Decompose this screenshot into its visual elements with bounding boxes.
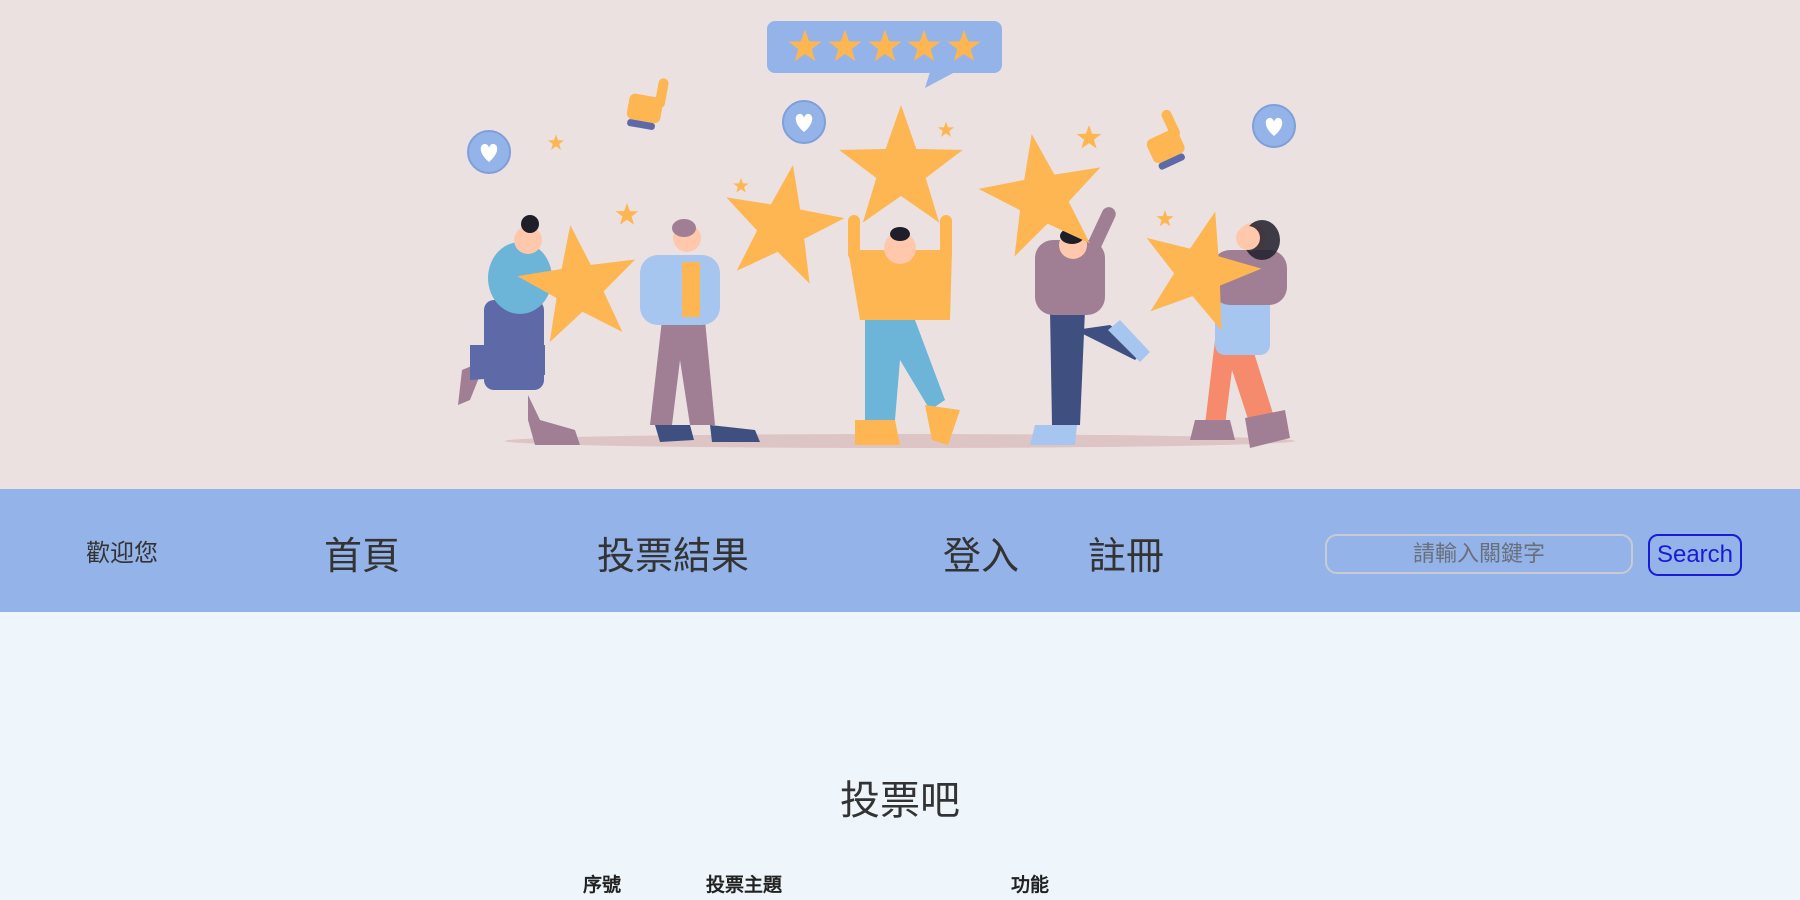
person-figure <box>848 215 960 445</box>
sparkle-star-icon <box>1076 125 1102 149</box>
sparkle-star-icon <box>615 203 639 225</box>
sparkle-star-icon <box>547 134 565 150</box>
person-figure <box>1030 207 1150 445</box>
search-button[interactable]: Search <box>1648 534 1742 576</box>
search-input[interactable] <box>1325 534 1633 574</box>
thumbs-up-icon <box>626 78 669 130</box>
sparkle-star-icon <box>937 121 955 137</box>
rating-bubble <box>767 21 1002 88</box>
welcome-text: 歡迎您 <box>86 539 158 567</box>
heart-icon <box>467 130 511 174</box>
nav-login-link[interactable]: 登入 <box>943 525 1019 580</box>
rating-illustration <box>458 21 1296 448</box>
nav-register-link[interactable]: 註冊 <box>1088 525 1164 580</box>
sparkle-star-icon <box>1156 210 1174 227</box>
heart-icon <box>782 100 826 144</box>
ground-shadow <box>505 434 1295 448</box>
page-title: 投票吧 <box>840 778 960 824</box>
thumbs-up-icon <box>1146 109 1185 170</box>
big-star-icon <box>714 154 853 288</box>
column-header-index: 序號 <box>583 874 622 896</box>
nav-results-link[interactable]: 投票結果 <box>597 525 749 580</box>
nav-home-link[interactable]: 首頁 <box>324 525 400 580</box>
person-figure <box>640 219 760 442</box>
heart-icon <box>1252 104 1296 148</box>
hero-banner <box>0 0 1800 489</box>
big-star-icon <box>839 105 963 223</box>
column-header-actions: 功能 <box>1011 874 1050 896</box>
column-header-topic: 投票主題 <box>706 874 783 896</box>
sparkle-star-icon <box>733 178 749 193</box>
